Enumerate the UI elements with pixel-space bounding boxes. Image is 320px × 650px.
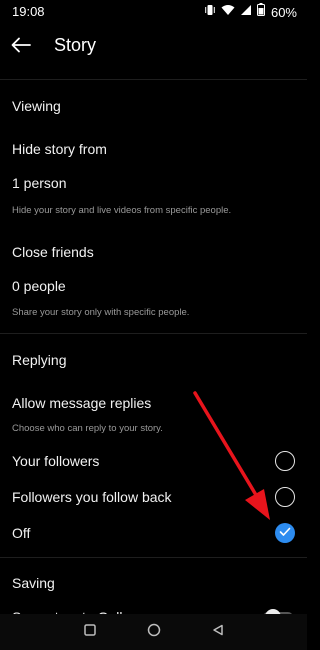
hide-story-description: Hide your story and live videos from spe… [12, 205, 232, 216]
wifi-icon [221, 3, 235, 21]
radio-label: Followers you follow back [12, 489, 172, 505]
hide-story-from-value: 1 person [12, 175, 67, 191]
header: Story [0, 24, 307, 72]
system-navigation-bar [0, 614, 307, 650]
battery-icon [256, 3, 265, 21]
radio-option-your-followers[interactable]: Your followers [0, 444, 307, 478]
back-triangle-icon [212, 623, 224, 641]
status-time: 19:08 [12, 4, 45, 19]
divider [0, 79, 307, 80]
status-icons: 60% [204, 3, 297, 21]
radio-button-unchecked[interactable] [275, 487, 295, 507]
signal-icon [240, 3, 252, 21]
battery-percentage: 60% [270, 4, 297, 20]
hide-story-from-title: Hide story from [12, 141, 107, 157]
recents-button[interactable] [82, 624, 98, 640]
radio-label: Your followers [12, 453, 100, 469]
radio-label: Off [12, 525, 31, 541]
nav-back-button[interactable] [210, 624, 226, 640]
story-settings-screen: 19:08 60% Story Viewing Hide story from … [0, 0, 307, 650]
home-button[interactable] [146, 623, 162, 642]
checkmark-icon [279, 524, 291, 542]
radio-button-unchecked[interactable] [275, 451, 295, 471]
page-title: Story [54, 35, 97, 55]
allow-message-replies-title: Allow message replies [12, 395, 152, 411]
section-title-replying: Replying [12, 352, 67, 368]
close-friends-title: Close friends [12, 244, 94, 260]
divider [0, 557, 307, 558]
divider [0, 333, 307, 334]
arrow-left-icon [11, 37, 31, 58]
close-friends-value: 0 people [12, 278, 66, 294]
section-title-saving: Saving [12, 575, 55, 591]
section-title-viewing: Viewing [12, 98, 61, 114]
home-circle-icon [147, 623, 161, 642]
allow-message-replies-description: Choose who can reply to your story. [12, 423, 163, 434]
close-friends-description: Share your story only with specific peop… [12, 307, 190, 318]
radio-button-checked[interactable] [275, 523, 295, 543]
radio-option-followers-you-follow-back[interactable]: Followers you follow back [0, 480, 307, 514]
recents-square-icon [83, 623, 96, 641]
status-bar: 19:08 60% [0, 0, 307, 24]
vibrate-icon [204, 3, 216, 21]
radio-option-off[interactable]: Off [0, 516, 307, 550]
back-button[interactable] [6, 32, 36, 62]
